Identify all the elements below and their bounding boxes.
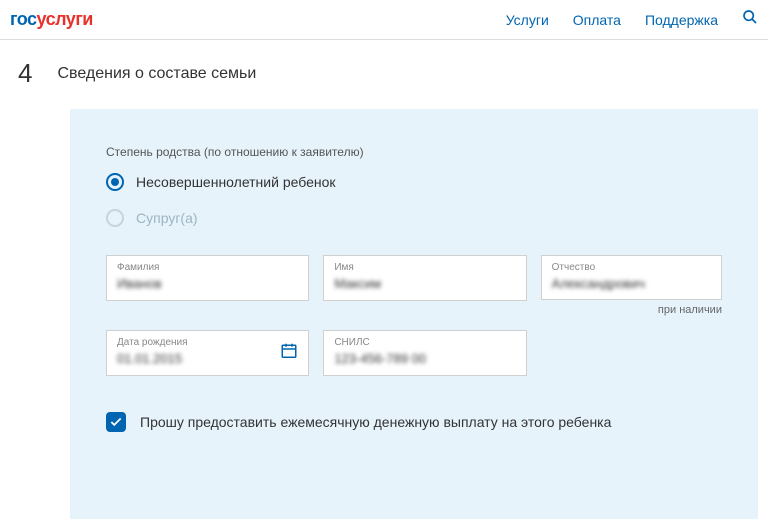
dob-value: 01.01.2015: [117, 351, 298, 366]
patronymic-label: Отчество: [552, 262, 711, 273]
patronymic-value: Александрович: [552, 276, 711, 291]
radio-spouse: [106, 209, 124, 227]
snils-label: СНИЛС: [334, 337, 515, 348]
step-number: 4: [18, 58, 32, 89]
logo-part1: гос: [10, 9, 37, 29]
nav-payment[interactable]: Оплата: [573, 12, 621, 28]
firstname-field[interactable]: Имя Максим: [323, 255, 526, 301]
checkbox-row[interactable]: Прошу предоставить ежемесячную денежную …: [106, 412, 722, 432]
logo-part2: услуги: [37, 9, 93, 29]
firstname-value: Максим: [334, 276, 515, 291]
radio-spouse-label: Супруг(а): [136, 210, 198, 226]
radio-minor-row[interactable]: Несовершеннолетний ребенок: [106, 173, 722, 191]
name-fields-row: Фамилия Иванов Имя Максим Отчество Алекс…: [106, 255, 722, 316]
radio-spouse-row: Супруг(а): [106, 209, 722, 227]
logo[interactable]: госуслуги: [10, 9, 93, 30]
dob-label: Дата рождения: [117, 337, 298, 348]
relationship-label: Степень родства (по отношению к заявител…: [106, 145, 722, 159]
nav-services[interactable]: Услуги: [506, 12, 549, 28]
radio-minor[interactable]: [106, 173, 124, 191]
snils-field[interactable]: СНИЛС 123-456-789 00: [323, 330, 526, 376]
dob-snils-row: Дата рождения 01.01.2015 СНИЛС 123-456-7…: [106, 330, 722, 376]
header: госуслуги Услуги Оплата Поддержка: [0, 0, 768, 40]
firstname-label: Имя: [334, 262, 515, 273]
payment-checkbox[interactable]: [106, 412, 126, 432]
step-title: Сведения о составе семьи: [57, 65, 256, 83]
radio-minor-label: Несовершеннолетний ребенок: [136, 174, 336, 190]
patronymic-field[interactable]: Отчество Александрович: [541, 255, 722, 300]
lastname-value: Иванов: [117, 276, 298, 291]
dob-field[interactable]: Дата рождения 01.01.2015: [106, 330, 309, 376]
lastname-label: Фамилия: [117, 262, 298, 273]
patronymic-note: при наличии: [541, 304, 722, 316]
snils-value: 123-456-789 00: [334, 351, 515, 366]
search-icon[interactable]: [742, 9, 758, 30]
lastname-field[interactable]: Фамилия Иванов: [106, 255, 309, 301]
checkbox-label: Прошу предоставить ежемесячную денежную …: [140, 414, 611, 430]
nav: Услуги Оплата Поддержка: [506, 9, 758, 30]
step-header: 4 Сведения о составе семьи: [0, 40, 768, 99]
calendar-icon[interactable]: [280, 342, 298, 365]
nav-support[interactable]: Поддержка: [645, 12, 718, 28]
form-panel: Степень родства (по отношению к заявител…: [70, 109, 758, 519]
